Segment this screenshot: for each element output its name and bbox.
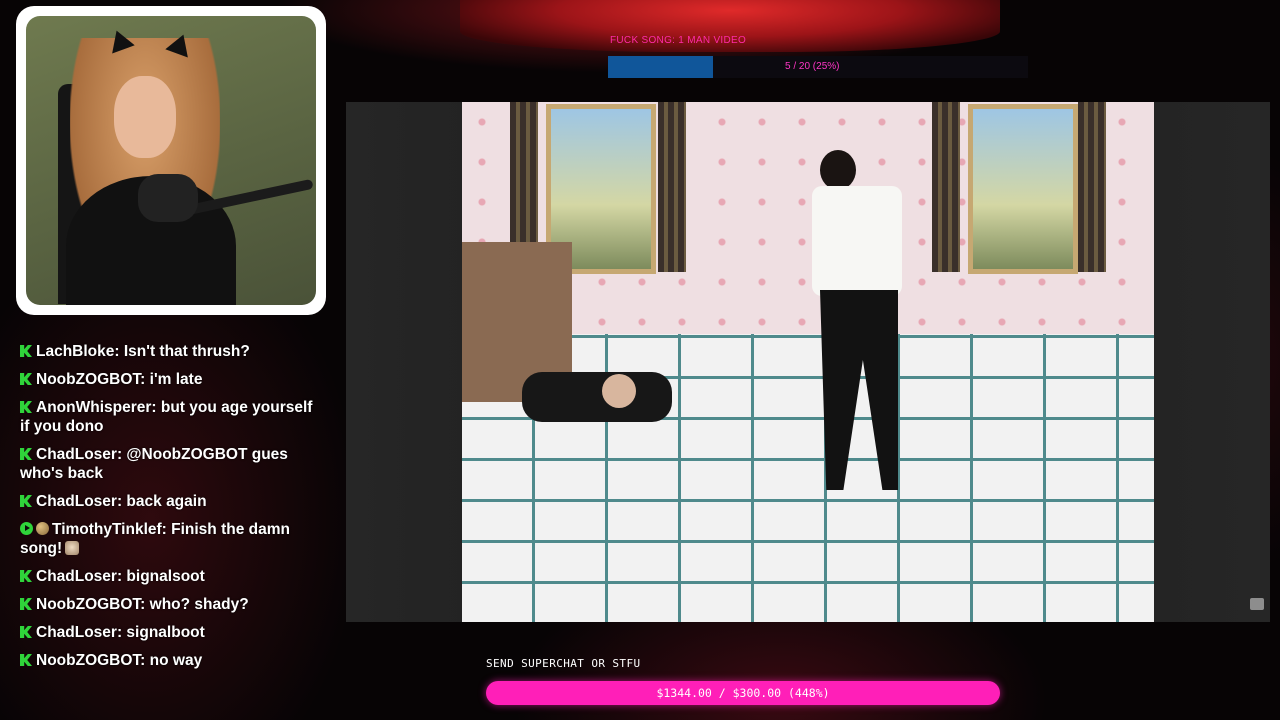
chat-text: back again — [122, 493, 207, 510]
video-content[interactable] — [462, 102, 1154, 622]
chat-username[interactable]: NoobZOGBOT: — [36, 371, 145, 388]
kick-icon — [20, 345, 32, 357]
chat-message: ChadLoser: signalboot — [20, 623, 320, 642]
chat-bubble-icon[interactable] — [1250, 598, 1264, 610]
fallen-figure — [522, 372, 672, 422]
play-icon — [20, 522, 33, 535]
chat-message: NoobZOGBOT: i'm late — [20, 370, 320, 389]
ball-icon — [36, 522, 49, 535]
chat-text: who? shady? — [145, 596, 249, 613]
chat-message: TimothyTinklef: Finish the damn song! — [20, 520, 320, 558]
streamer-face — [114, 76, 176, 158]
chat-username[interactable]: ChadLoser: — [36, 624, 122, 641]
kick-icon — [20, 495, 32, 507]
superchat-label: SEND SUPERCHAT OR STFU — [486, 657, 641, 670]
kick-icon — [20, 448, 32, 460]
chat-message: NoobZOGBOT: who? shady? — [20, 595, 320, 614]
kick-icon — [20, 401, 32, 413]
kick-icon — [20, 626, 32, 638]
kick-icon — [20, 373, 32, 385]
chat-message: NoobZOGBOT: no way — [20, 651, 320, 670]
fallen-figure-head — [602, 374, 636, 408]
chat-text: Isn't that thrush? — [119, 343, 250, 360]
kick-icon — [20, 654, 32, 666]
kick-icon — [20, 570, 32, 582]
chat-username[interactable]: NoobZOGBOT: — [36, 596, 145, 613]
chat-feed: LachBloke: Isn't that thrush? NoobZOGBOT:… — [20, 342, 320, 679]
man-head — [820, 150, 856, 190]
chat-username[interactable]: LachBloke: — [36, 343, 120, 360]
chat-username[interactable]: AnonWhisperer: — [36, 399, 157, 416]
chat-message: ChadLoser: back again — [20, 492, 320, 511]
webcam-feed — [26, 16, 316, 305]
curtain — [658, 102, 686, 272]
chat-username[interactable]: NoobZOGBOT: — [36, 652, 145, 669]
chat-text: bignalsoot — [122, 568, 205, 585]
chat-text: i'm late — [145, 371, 203, 388]
chat-message: LachBloke: Isn't that thrush? — [20, 342, 320, 361]
superchat-progress-text: $1344.00 / $300.00 (448%) — [656, 686, 830, 700]
painting-right — [968, 104, 1078, 274]
chat-username[interactable]: ChadLoser: — [36, 493, 122, 510]
song-progress-text: 5 / 20 (25%) — [785, 61, 840, 72]
chat-message: ChadLoser: @NoobZOGBOT gues who's back — [20, 445, 320, 483]
dancing-man — [812, 150, 902, 490]
curtain — [1078, 102, 1106, 272]
kick-icon — [20, 598, 32, 610]
song-progress-fill — [608, 56, 713, 78]
chat-text: signalboot — [122, 624, 205, 641]
face-emote — [65, 541, 80, 555]
man-pants — [820, 290, 898, 490]
chat-username[interactable]: ChadLoser: — [36, 446, 122, 463]
chat-text: no way — [145, 652, 203, 669]
song-title: FUCK SONG: 1 MAN VIDEO — [610, 35, 747, 46]
curtain — [932, 102, 960, 272]
chat-message: ChadLoser: bignalsoot — [20, 567, 320, 586]
chat-username[interactable]: ChadLoser: — [36, 568, 122, 585]
microphone — [138, 174, 198, 222]
chat-username[interactable]: TimothyTinklef: — [52, 521, 167, 538]
chat-message: AnonWhisperer: but you age yourself if y… — [20, 398, 320, 436]
man-shirt — [812, 186, 902, 296]
